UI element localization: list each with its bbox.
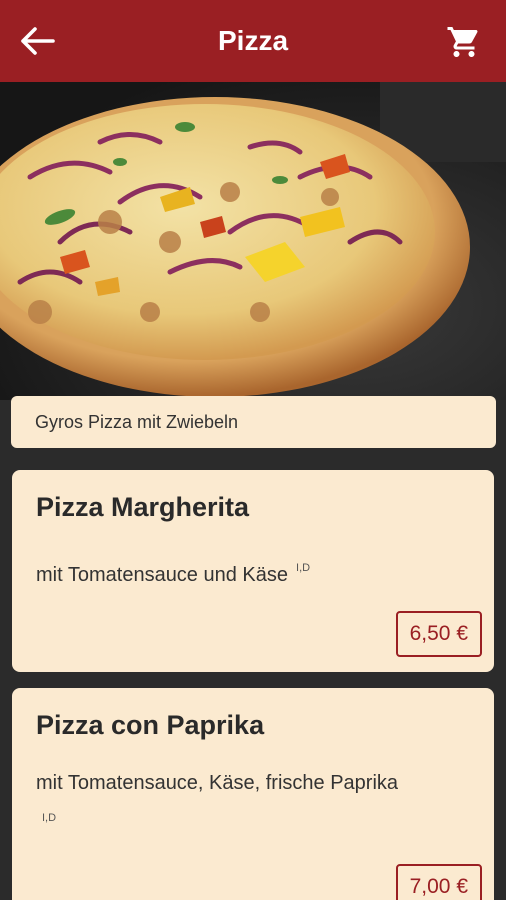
menu-item-description: mit Tomatensauce und Käse I,D — [36, 562, 310, 587]
allergen-codes: I,D — [296, 562, 311, 574]
cart-button[interactable] — [442, 20, 486, 64]
price-button[interactable]: 7,00 € — [395, 864, 482, 900]
price-button[interactable]: 6,50 € — [395, 611, 482, 657]
app-bar: Pizza — [0, 0, 506, 82]
pizza-photo — [0, 82, 506, 400]
menu-item-card[interactable]: Pizza con Paprika mit Tomatensauce, Käse… — [12, 688, 494, 900]
menu-item-name: Pizza Margherita — [36, 492, 250, 522]
page-title: Pizza — [217, 25, 289, 56]
hero-image — [0, 82, 506, 400]
shopping-cart-icon — [447, 27, 478, 57]
hero-caption: Gyros Pizza mit Zwiebeln — [11, 396, 496, 448]
menu-item-description-text: mit Tomatensauce und Käse — [36, 564, 289, 586]
allergen-codes: I,D — [42, 812, 57, 824]
menu-item-name: Pizza con Paprika — [36, 710, 265, 740]
menu-item-description: mit Tomatensauce, Käse, frische Paprika — [36, 772, 399, 794]
menu-item-card[interactable]: Pizza Margherita mit Tomatensauce und Kä… — [12, 470, 494, 672]
